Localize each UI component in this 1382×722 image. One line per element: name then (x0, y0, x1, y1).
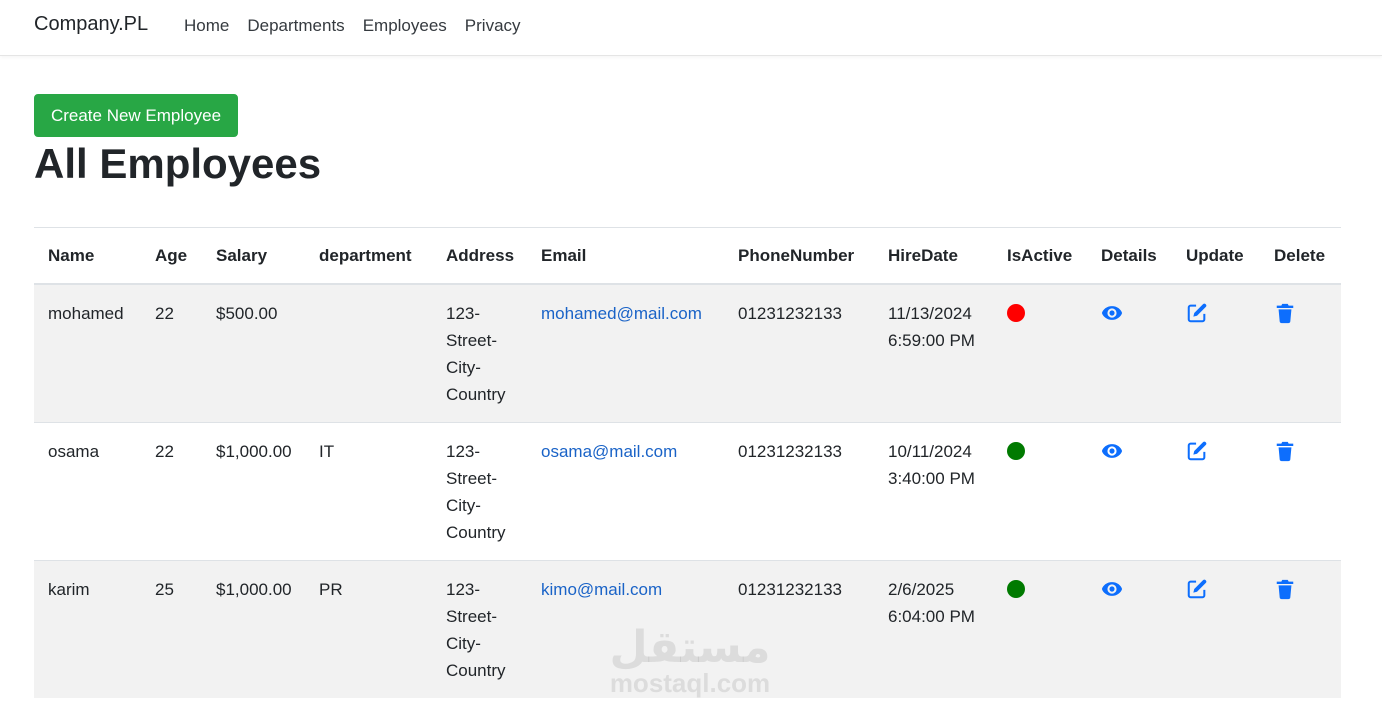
cell-age: 22 (141, 283, 202, 423)
cell-is-active (993, 422, 1087, 561)
address-text: 123-Street-City-Country (446, 442, 506, 542)
status-dot (1007, 442, 1025, 460)
cell-details (1087, 560, 1172, 698)
hire-time: 6:04:00 PM (888, 607, 975, 626)
header-age: Age (141, 227, 202, 285)
cell-salary: $1,000.00 (202, 422, 305, 561)
header-department: department (305, 227, 432, 285)
cell-department: IT (305, 422, 432, 561)
page-title: All Employees (34, 140, 322, 187)
nav-privacy[interactable]: Privacy (465, 16, 521, 36)
hire-date: 11/13/2024 (888, 304, 972, 323)
eye-icon[interactable] (1101, 440, 1123, 462)
status-dot (1007, 304, 1025, 322)
cell-hire-date: 10/11/2024 3:40:00 PM (874, 422, 993, 561)
trash-icon[interactable] (1274, 440, 1296, 462)
table-row: karim 25 $1,000.00 PR 123-Street-City-Co… (34, 560, 1341, 698)
navbar: Company.PL Home Departments Employees Pr… (0, 0, 1382, 56)
eye-icon[interactable] (1101, 578, 1123, 600)
header-email: Email (527, 227, 724, 285)
address-text: 123-Street-City-Country (446, 580, 506, 680)
cell-email: kimo@mail.com (527, 560, 724, 698)
email-link[interactable]: kimo@mail.com (541, 580, 662, 599)
cell-address: 123-Street-City-Country (432, 283, 527, 423)
cell-details (1087, 422, 1172, 561)
cell-email: mohamed@mail.com (527, 283, 724, 423)
table-row: mohamed 22 $500.00 123-Street-City-Count… (34, 283, 1341, 423)
header-phone: PhoneNumber (724, 227, 874, 285)
cell-salary: $500.00 (202, 283, 305, 423)
table-row: osama 22 $1,000.00 IT 123-Street-City-Co… (34, 422, 1341, 561)
email-link[interactable]: mohamed@mail.com (541, 304, 702, 323)
cell-update (1172, 283, 1260, 423)
hire-time: 3:40:00 PM (888, 469, 975, 488)
header-hire-date: HireDate (874, 227, 993, 285)
cell-department (305, 283, 432, 423)
header-address: Address (432, 227, 527, 285)
edit-icon[interactable] (1186, 578, 1208, 600)
cell-update (1172, 560, 1260, 698)
cell-phone: 01231232133 (724, 560, 874, 698)
nav-departments[interactable]: Departments (247, 16, 344, 36)
cell-age: 22 (141, 422, 202, 561)
cell-delete (1260, 422, 1341, 561)
cell-delete (1260, 283, 1341, 423)
cell-hire-date: 11/13/2024 6:59:00 PM (874, 283, 993, 423)
employees-table-container: Name Age Salary department Address Email… (34, 227, 1341, 698)
email-link[interactable]: osama@mail.com (541, 442, 677, 461)
cell-is-active (993, 560, 1087, 698)
cell-department: PR (305, 560, 432, 698)
cell-name: karim (34, 560, 141, 698)
trash-icon[interactable] (1274, 578, 1296, 600)
cell-email: osama@mail.com (527, 422, 724, 561)
table-header-row: Name Age Salary department Address Email… (34, 227, 1341, 285)
header-salary: Salary (202, 227, 305, 285)
cell-age: 25 (141, 560, 202, 698)
hire-date: 10/11/2024 (888, 442, 972, 461)
hire-date: 2/6/2025 (888, 580, 955, 599)
trash-icon[interactable] (1274, 302, 1296, 324)
cell-address: 123-Street-City-Country (432, 560, 527, 698)
status-dot (1007, 580, 1025, 598)
cell-delete (1260, 560, 1341, 698)
header-name: Name (34, 227, 141, 285)
cell-salary: $1,000.00 (202, 560, 305, 698)
cell-phone: 01231232133 (724, 283, 874, 423)
cell-address: 123-Street-City-Country (432, 422, 527, 561)
address-text: 123-Street-City-Country (446, 304, 506, 404)
hire-time: 6:59:00 PM (888, 331, 975, 350)
cell-phone: 01231232133 (724, 422, 874, 561)
cell-update (1172, 422, 1260, 561)
cell-is-active (993, 283, 1087, 423)
nav-employees[interactable]: Employees (363, 16, 447, 36)
nav-home[interactable]: Home (184, 16, 229, 36)
header-is-active: IsActive (993, 227, 1087, 285)
header-update: Update (1172, 227, 1260, 285)
nav-links: Home Departments Employees Privacy (184, 16, 539, 36)
edit-icon[interactable] (1186, 440, 1208, 462)
employees-table: Name Age Salary department Address Email… (34, 227, 1341, 698)
edit-icon[interactable] (1186, 302, 1208, 324)
header-details: Details (1087, 227, 1172, 285)
cell-details (1087, 283, 1172, 423)
cell-name: mohamed (34, 283, 141, 423)
cell-name: osama (34, 422, 141, 561)
create-new-employee-button[interactable]: Create New Employee (34, 94, 238, 137)
eye-icon[interactable] (1101, 302, 1123, 324)
brand-link[interactable]: Company.PL (34, 13, 148, 36)
cell-hire-date: 2/6/2025 6:04:00 PM (874, 560, 993, 698)
header-delete: Delete (1260, 227, 1341, 285)
